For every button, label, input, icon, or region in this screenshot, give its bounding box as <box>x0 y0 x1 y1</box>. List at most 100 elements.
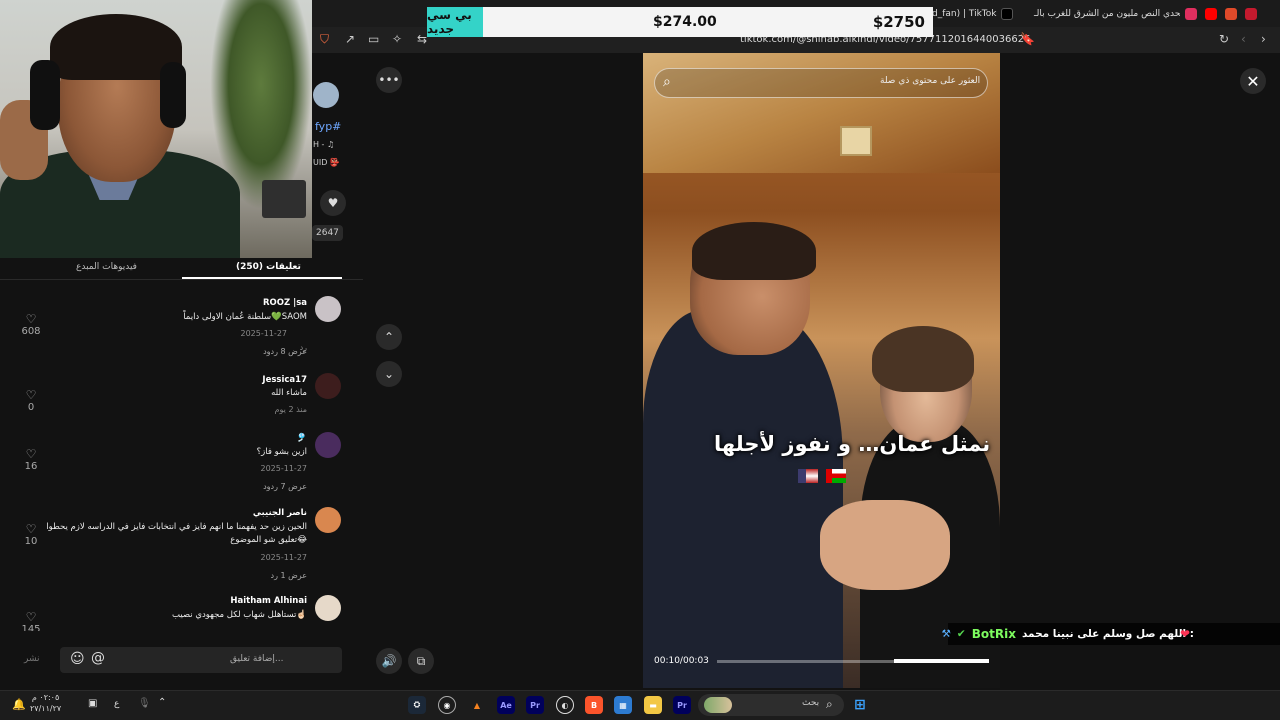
tab-divider <box>0 279 363 280</box>
avatar[interactable] <box>315 432 341 458</box>
comment-author[interactable]: 🎐 <box>296 433 307 443</box>
microphone-icon[interactable]: 🎙 <box>138 698 151 709</box>
tab-active-indicator <box>182 277 342 279</box>
view-replies-button[interactable]: عرض 7 ردود <box>263 482 307 491</box>
comment-like-button[interactable]: ♡ 0 <box>20 388 42 413</box>
comment-item: Haitham Alhinai تستاهلل شهاب لكل مجهودي … <box>20 595 343 631</box>
pinned-tabs <box>1185 4 1275 23</box>
taskbar-search-placeholder: بحث <box>802 698 820 708</box>
language-indicator[interactable]: ع <box>114 699 119 709</box>
heart-icon: ♡ <box>25 610 37 624</box>
video-progress-fill <box>894 659 989 663</box>
comment-author[interactable]: ROOZ |sa <box>263 298 307 308</box>
usa-flag-icon <box>798 468 818 483</box>
taskbar-clock[interactable]: ٠٢:٠٥ م ٢٧/١١/٢٧ <box>30 692 61 714</box>
notification-bell-icon[interactable]: 🔔 <box>12 698 26 711</box>
person-left-hair <box>692 222 816 280</box>
app-icon[interactable]: ◐ <box>556 696 574 714</box>
like-icon[interactable]: ♥ <box>320 190 346 216</box>
tab-tiktok[interactable]: d_fan) | TikTok <box>932 4 1027 23</box>
comment-like-button[interactable]: ♡ 10 <box>20 522 42 547</box>
screen-icon[interactable]: ▭ <box>368 32 379 46</box>
emoji-icon[interactable]: ☺ <box>70 651 85 667</box>
premiere-icon[interactable]: Pr <box>673 696 691 714</box>
like-count: 0 <box>27 402 35 413</box>
like-count: 10 <box>24 536 38 547</box>
tab-creator-videos[interactable]: فيديوهات المبدع <box>76 262 137 272</box>
avatar[interactable] <box>315 507 341 533</box>
view-replies-button[interactable]: عرض 8 ردود <box>263 347 307 356</box>
x-icon[interactable] <box>1185 7 1197 20</box>
uid-line: UID 👺 <box>313 158 340 167</box>
flags <box>798 468 850 483</box>
vlc-icon[interactable]: ▲ <box>468 696 486 714</box>
comment-author[interactable]: ناصر الجنيبي <box>253 508 307 518</box>
back-icon[interactable]: › <box>1261 32 1266 46</box>
leo-icon[interactable]: ✧ <box>392 32 402 46</box>
more-options-icon[interactable]: ••• <box>376 67 402 93</box>
avatar[interactable] <box>315 595 341 621</box>
volume-icon[interactable]: 🔊 <box>376 648 402 674</box>
comment-item: 🎐 ازين بشو فاز؟ 2025-11-27 عرض 7 ردود ♡ … <box>20 432 343 496</box>
obs-icon[interactable]: ◉ <box>438 696 456 714</box>
chevron-up-icon[interactable]: ⌃ <box>158 697 166 708</box>
tab-youtube-video[interactable]: تحدي النص مليون من الشرق للغرب بالـ <box>1030 4 1180 23</box>
picture-in-picture-icon[interactable]: ⧉ <box>408 648 434 674</box>
tab-comments[interactable]: (250) تعليقات <box>236 262 301 272</box>
after-effects-icon[interactable]: Ae <box>497 696 515 714</box>
view-replies-button[interactable]: عرض 1 رد <box>271 571 307 580</box>
share-icon[interactable]: ↗ <box>345 32 355 46</box>
steam-icon[interactable]: ⛭ <box>408 696 426 714</box>
search-icon[interactable]: ⌕ <box>663 74 671 90</box>
search-icon: ⌕ <box>826 697 833 711</box>
comment-text: سلطنة عُمان الاولى دايماً💚SAOM <box>183 312 307 322</box>
translate-icon[interactable]: ⇆ <box>417 32 427 46</box>
creator-avatar[interactable] <box>313 82 339 108</box>
close-icon[interactable]: ✕ <box>1240 68 1266 94</box>
avatar[interactable] <box>315 296 341 322</box>
store-icon[interactable]: ▦ <box>614 696 632 714</box>
hashtag-text[interactable]: fyp# <box>315 120 341 133</box>
previous-video-icon[interactable]: ⌃ <box>376 324 402 350</box>
mention-icon[interactable]: @ <box>91 650 105 666</box>
comment-like-button[interactable]: ♡ 145 <box>20 610 42 631</box>
comment-author[interactable]: Haitham Alhinai <box>230 596 307 606</box>
display-icon[interactable]: ▣ <box>88 698 97 709</box>
avatar[interactable] <box>315 373 341 399</box>
clapping-hands <box>820 500 950 590</box>
brave-icon[interactable]: B <box>585 696 603 714</box>
premiere-icon[interactable]: Pr <box>526 696 544 714</box>
like-count: 2647 <box>312 225 343 241</box>
like-count: 16 <box>24 461 38 472</box>
comment-date: 2025-11-27 <box>260 464 308 473</box>
heart-icon: ♡ <box>25 447 37 461</box>
comment-like-button[interactable]: ♡ 16 <box>20 447 42 472</box>
music-line: H - ♫ <box>313 140 335 149</box>
reload-icon[interactable]: ↻ <box>1219 32 1229 46</box>
windows-start-icon[interactable]: ⊞ <box>851 696 869 714</box>
bot-message-text: اللهم صل وسلم على نبينا محمد : <box>1021 628 1194 640</box>
folder-icon[interactable]: ▬ <box>644 696 662 714</box>
comment-item: Jessica17 ماشاء الله منذ 2 يوم ♡ 0 <box>20 373 343 417</box>
app-icon[interactable] <box>1245 7 1257 20</box>
youtube-icon[interactable] <box>1205 7 1217 20</box>
bot-name: BotRix <box>971 627 1016 641</box>
heart-icon: ❤ <box>1180 627 1191 641</box>
next-video-icon[interactable]: ⌄ <box>376 361 402 387</box>
comment-like-button[interactable]: ♡ 608 <box>20 312 42 337</box>
comment-author[interactable]: Jessica17 <box>262 375 307 385</box>
video-time: 00:10/00:03 <box>654 656 709 666</box>
like-count: 145 <box>21 624 41 631</box>
brave-shield-icon[interactable]: ⛉ <box>320 32 329 47</box>
forward-icon[interactable]: ‹ <box>1241 32 1246 46</box>
bookmark-icon[interactable]: 🔖 <box>1020 32 1035 46</box>
video-search-placeholder: العثور على محتوى ذي صلة <box>880 76 981 86</box>
comment-text: ماشاء الله <box>271 388 307 398</box>
heart-icon: ♡ <box>25 388 37 402</box>
comment-item: ناصر الجنيبي الحين زين حد يفهمنا ما انهم… <box>20 507 343 585</box>
post-button[interactable]: نشر <box>24 654 40 664</box>
app-icon[interactable] <box>1225 7 1237 20</box>
comment-item: ROOZ |sa سلطنة عُمان الاولى دايماً💚SAOM … <box>20 296 343 362</box>
price-overlay: بي سي جديد $274.00 $2750 <box>427 7 933 37</box>
price-new: $2750 <box>872 13 925 31</box>
